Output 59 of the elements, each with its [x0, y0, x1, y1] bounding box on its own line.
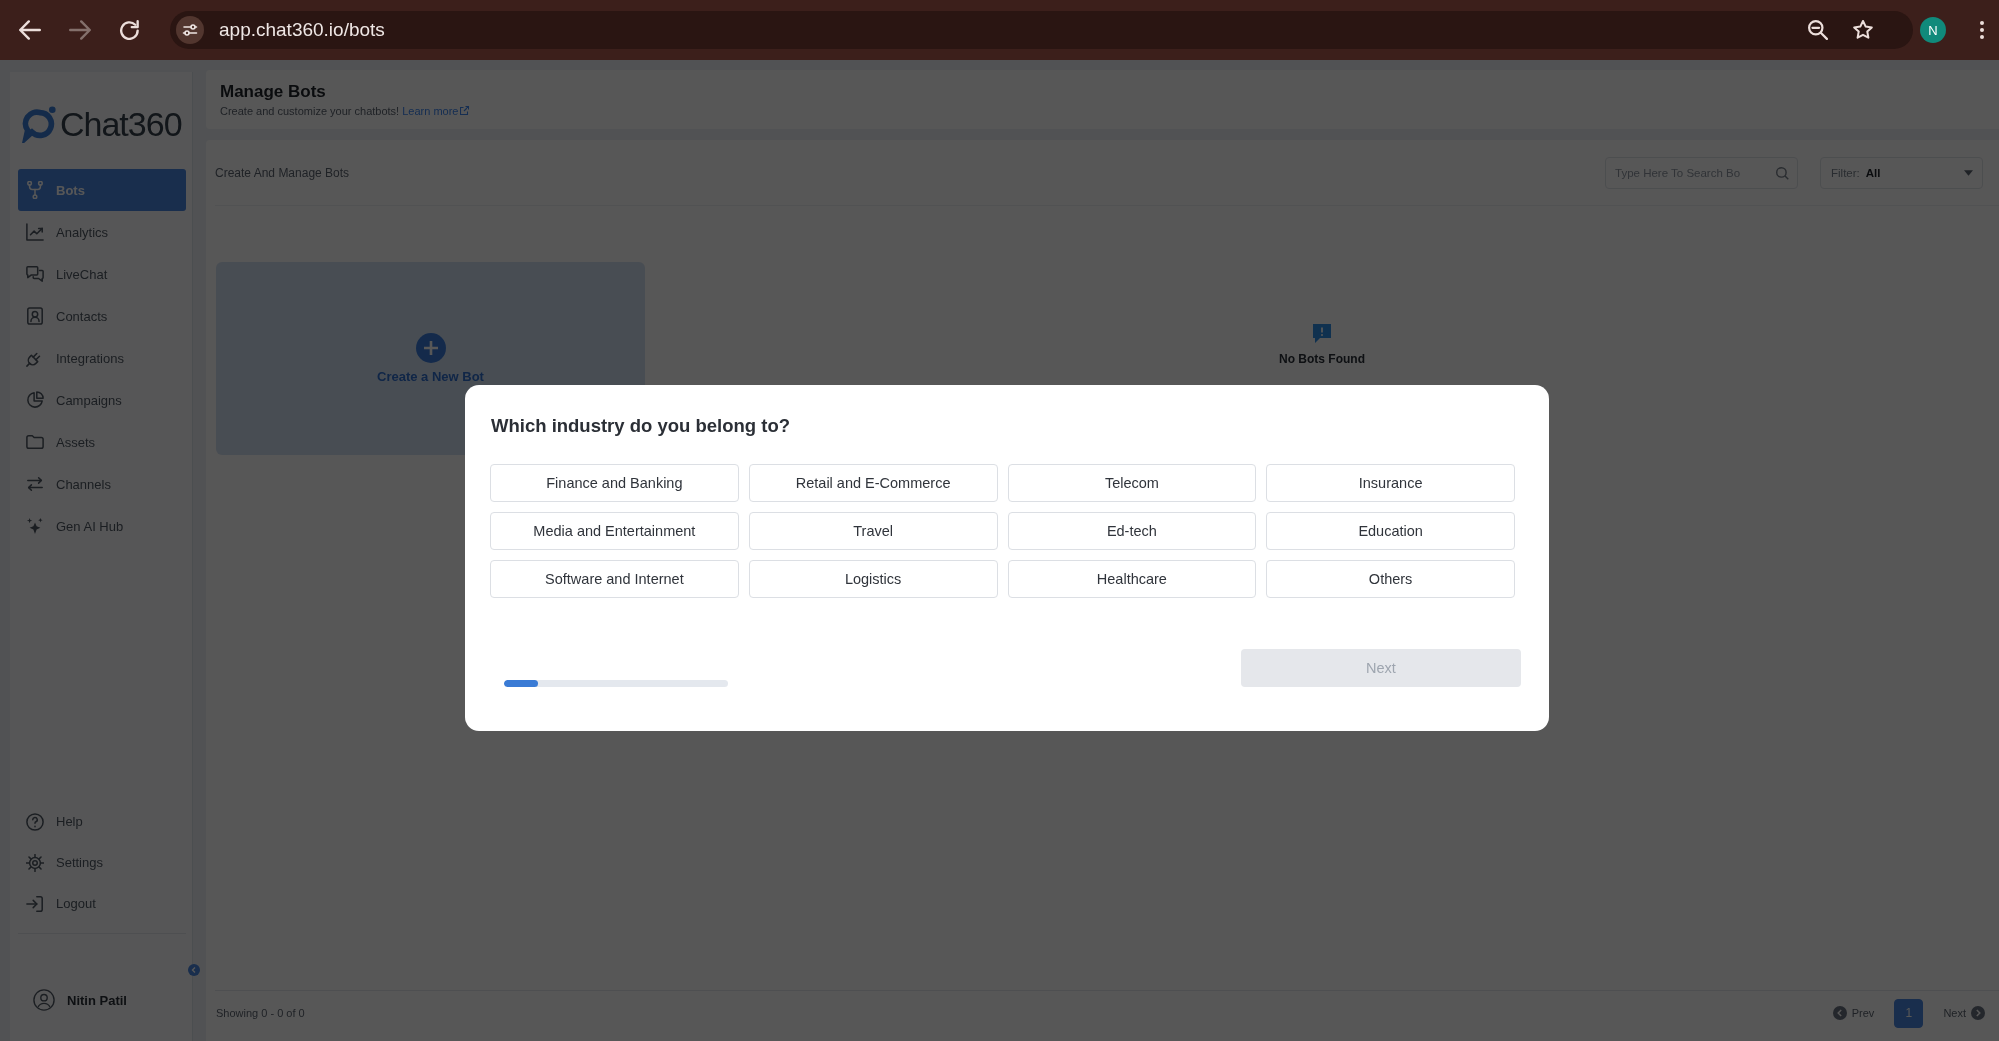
sidebar-toggle-icon[interactable] — [188, 964, 200, 976]
bookmark-star-icon[interactable] — [1853, 20, 1873, 40]
sidebar-nav-item[interactable]: LiveChat — [18, 253, 186, 295]
more-icon[interactable] — [1979, 20, 1985, 40]
message-alert-icon — [1312, 323, 1332, 344]
sidebar-nav-item[interactable]: Campaigns — [18, 379, 186, 421]
panel-title: Create And Manage Bots — [215, 165, 350, 180]
sparkle-icon — [26, 517, 44, 535]
industry-option[interactable]: Insurance — [1266, 464, 1515, 502]
industry-option[interactable]: Travel — [748, 512, 998, 550]
sidebar-nav-item[interactable]: Integrations — [18, 337, 186, 379]
sidebar-nav-item[interactable]: Analytics — [18, 211, 186, 253]
contact-card-icon — [26, 307, 44, 325]
plus-circle-icon — [415, 333, 446, 363]
user-name: Nitin Patil — [67, 992, 127, 1008]
fork-icon — [26, 181, 44, 199]
learn-more-link[interactable]: Learn more — [402, 103, 470, 118]
sidebar-nav-item[interactable]: Help — [18, 801, 186, 842]
chat-bubbles-icon — [26, 265, 44, 283]
sidebar-nav-item[interactable]: Settings — [18, 842, 186, 883]
prev-page-button[interactable]: Prev — [1832, 1006, 1875, 1020]
industry-option[interactable]: Ed-tech — [1007, 512, 1257, 550]
line-chart-icon — [26, 223, 44, 241]
empty-state-text: No Bots Found — [1279, 352, 1365, 366]
back-icon[interactable] — [19, 20, 41, 40]
caret-down-icon — [1964, 169, 1973, 176]
industry-option[interactable]: Software and Internet — [490, 560, 739, 598]
search-icon — [1776, 166, 1789, 180]
sidebar-nav-item[interactable]: Gen AI Hub — [18, 505, 186, 547]
industry-option[interactable]: Education — [1266, 512, 1515, 550]
logout-icon — [26, 894, 44, 913]
settings-icon — [26, 853, 44, 872]
sidebar-nav-item[interactable]: Logout — [18, 883, 186, 924]
logo-icon — [20, 105, 58, 143]
sidebar-nav-item[interactable]: Channels — [18, 463, 186, 505]
industry-option[interactable]: Telecom — [1007, 464, 1257, 502]
industry-option[interactable]: Retail and E-Commerce — [748, 464, 998, 502]
profile-avatar[interactable]: N — [1920, 17, 1946, 43]
chevron-right-circle-icon — [1971, 1006, 1985, 1020]
chevron-left-circle-icon — [1832, 1006, 1847, 1020]
external-link-icon — [460, 106, 470, 115]
folder-icon — [26, 433, 44, 451]
help-icon — [26, 812, 44, 831]
pie-chart-icon — [26, 391, 44, 409]
address-bar[interactable]: app.chat360.io/bots — [170, 11, 1913, 49]
page-title: Manage Bots — [220, 81, 327, 102]
zoom-out-icon[interactable] — [1808, 20, 1828, 40]
reload-icon[interactable] — [119, 20, 141, 40]
industry-option[interactable]: Media and Entertainment — [490, 512, 739, 550]
industry-option[interactable]: Logistics — [748, 560, 998, 598]
industry-option[interactable]: Healthcare — [1007, 560, 1257, 598]
industry-option[interactable]: Finance and Banking — [490, 464, 739, 502]
industry-option[interactable]: Others — [1266, 560, 1515, 598]
swap-arrows-icon — [26, 475, 44, 493]
sidebar-nav-item[interactable]: Contacts — [18, 295, 186, 337]
sidebar-nav-item[interactable]: Assets — [18, 421, 186, 463]
site-settings-icon[interactable] — [176, 16, 204, 44]
url-text: app.chat360.io/bots — [219, 19, 385, 41]
logo-text: Chat360 — [60, 105, 182, 143]
